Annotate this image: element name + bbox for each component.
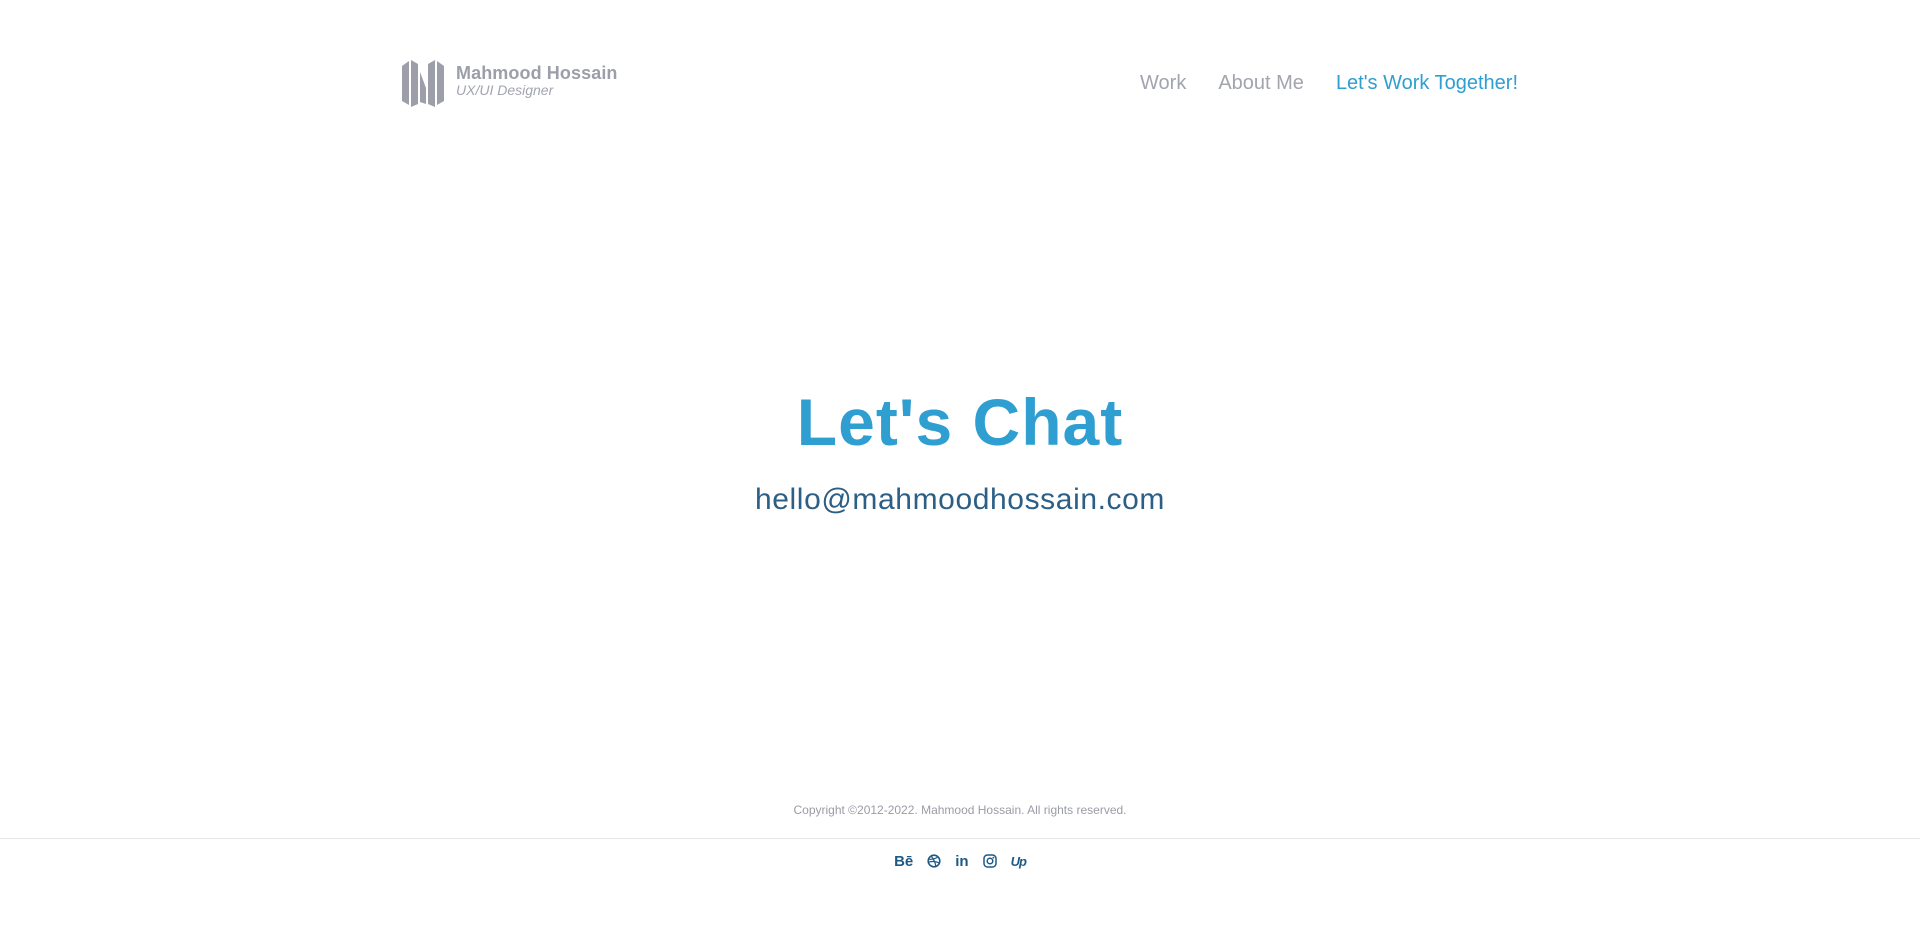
dribbble-icon [927, 854, 941, 868]
site-header: Mahmood Hossain UX/UI Designer Work Abou… [400, 58, 1518, 110]
social-links: Bē in Up [0, 851, 1920, 871]
main-nav: Work About Me Let's Work Together! [1140, 71, 1518, 95]
instagram-link[interactable] [982, 851, 997, 871]
footer-divider [0, 838, 1920, 839]
brand-role: UX/UI Designer [456, 81, 554, 98]
nav-work[interactable]: Work [1140, 71, 1186, 95]
upwork-icon: Up [1010, 853, 1027, 869]
linkedin-link[interactable]: in [955, 851, 968, 871]
page: Mahmood Hossain UX/UI Designer Work Abou… [0, 0, 1920, 929]
hero-section: Let's Chat hello@mahmoodhossain.com [0, 382, 1920, 520]
brand-text: Mahmood Hossain UX/UI Designer [456, 63, 618, 98]
behance-link[interactable]: Bē [894, 851, 913, 871]
brand-name: Mahmood Hossain [456, 62, 618, 83]
page-title: Let's Chat [796, 385, 1124, 459]
mh-monogram-icon [402, 60, 444, 107]
email-link[interactable]: hello@mahmoodhossain.com [755, 480, 1165, 520]
nav-about-me[interactable]: About Me [1218, 71, 1304, 95]
dribbble-link[interactable] [927, 851, 941, 871]
copyright-text: Copyright ©2012-2022. Mahmood Hossain. A… [793, 803, 1127, 817]
instagram-icon [982, 854, 997, 868]
nav-lets-work-together[interactable]: Let's Work Together! [1336, 71, 1518, 95]
upwork-link[interactable]: Up [1010, 851, 1027, 871]
behance-icon: Bē [894, 852, 914, 870]
brand-link[interactable]: Mahmood Hossain UX/UI Designer [400, 58, 618, 108]
linkedin-icon: in [955, 852, 969, 870]
